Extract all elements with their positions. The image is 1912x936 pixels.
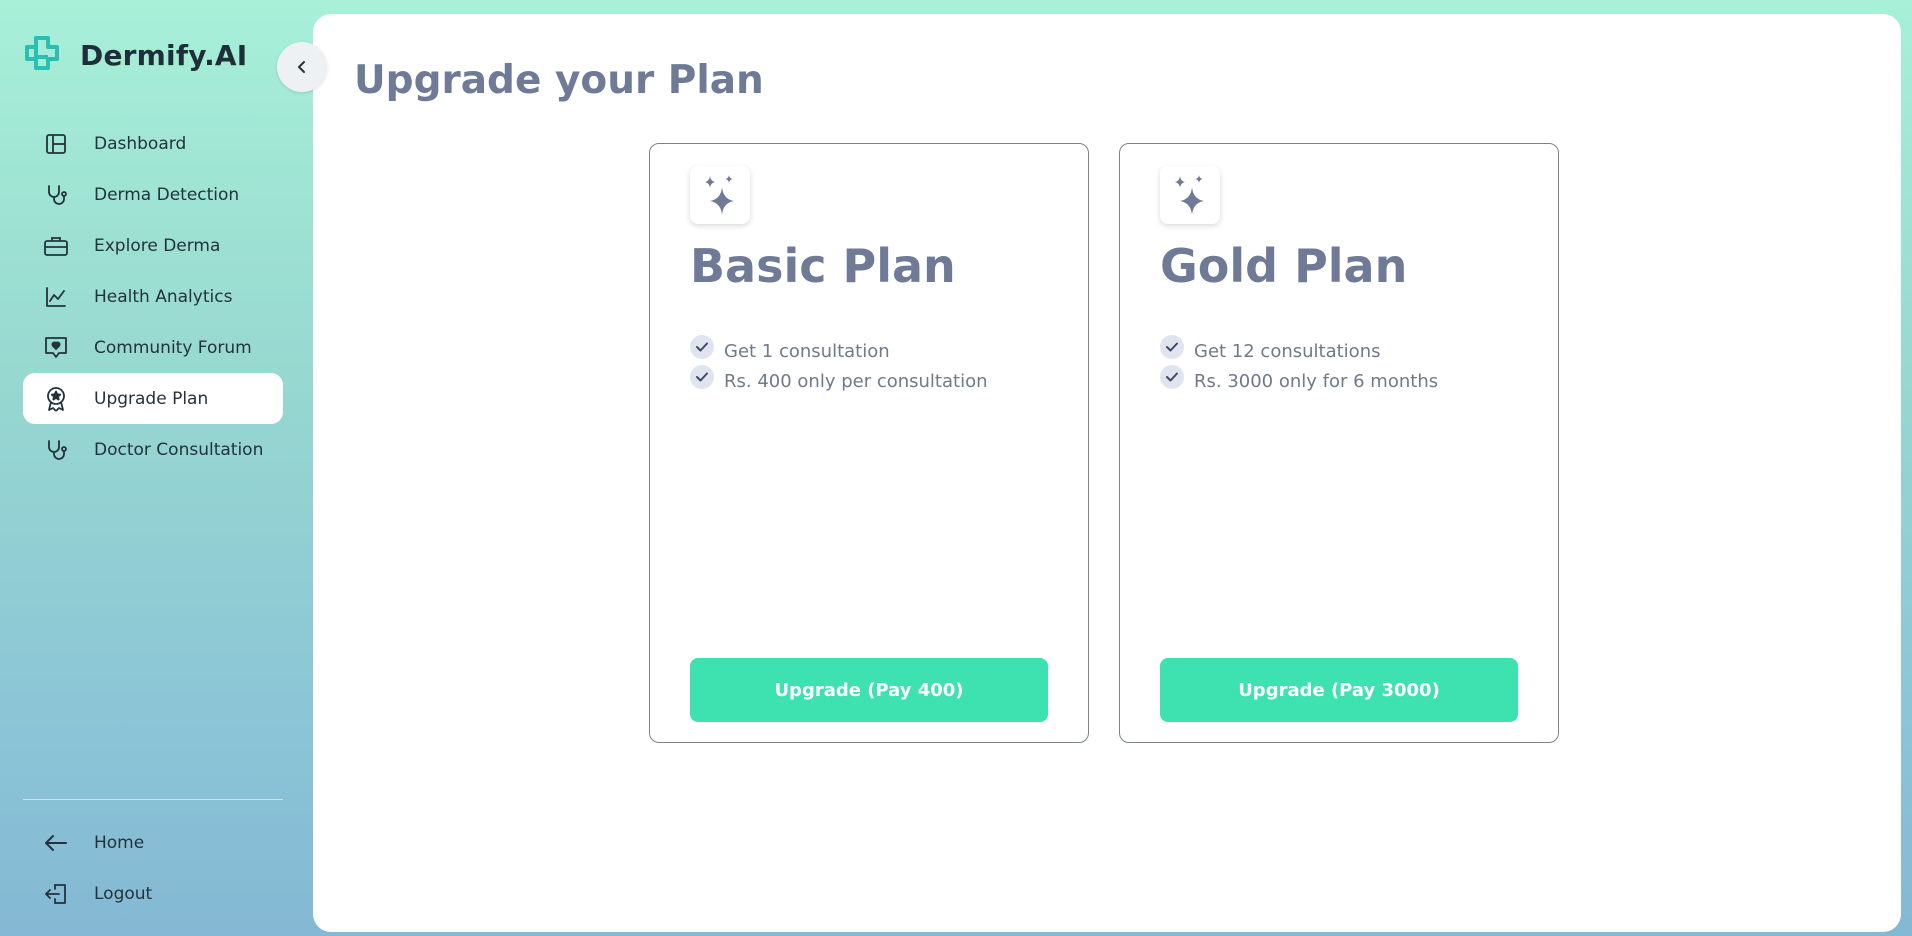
upgrade-gold-button[interactable]: Upgrade (Pay 3000) xyxy=(1160,658,1518,722)
sidebar-item-label: Doctor Consultation xyxy=(94,439,264,460)
plan-features: Get 12 consultations Rs. 3000 only for 6… xyxy=(1160,335,1439,396)
sidebar-item-health-analytics[interactable]: Health Analytics xyxy=(23,271,283,322)
plan-card-gold: Gold Plan Get 12 consultations Rs. 3000 … xyxy=(1119,143,1559,743)
chevron-left-icon xyxy=(298,61,305,73)
check-icon xyxy=(1160,365,1184,389)
sidebar-bottom-nav: Home Logout xyxy=(23,817,283,919)
brand[interactable]: Dermify.AI xyxy=(22,33,247,77)
sidebar-item-label: Dashboard xyxy=(94,133,187,154)
layout-icon xyxy=(42,130,70,158)
feature-text: Get 1 consultation xyxy=(724,340,890,362)
stethoscope-icon xyxy=(42,436,70,464)
page-title: Upgrade your Plan xyxy=(354,58,764,103)
sidebar-item-logout[interactable]: Logout xyxy=(23,868,283,919)
sidebar-item-community-forum[interactable]: Community Forum xyxy=(23,322,283,373)
check-icon xyxy=(1160,335,1184,359)
sidebar-item-label: Home xyxy=(94,832,145,853)
message-heart-icon xyxy=(42,334,70,362)
main-content: Upgrade your Plan Basic Plan Get 1 consu… xyxy=(313,14,1901,932)
collapse-sidebar-button[interactable] xyxy=(277,42,327,92)
sidebar-item-upgrade-plan[interactable]: Upgrade Plan xyxy=(23,373,283,424)
sidebar-item-derma-detection[interactable]: Derma Detection xyxy=(23,169,283,220)
sidebar-divider xyxy=(23,799,283,800)
sidebar-item-label: Derma Detection xyxy=(94,184,240,205)
line-chart-icon xyxy=(42,283,70,311)
sparkles-icon xyxy=(690,166,750,224)
sidebar-item-label: Logout xyxy=(94,883,153,904)
plan-title: Gold Plan xyxy=(1160,239,1408,293)
plan-features: Get 1 consultation Rs. 400 only per cons… xyxy=(690,335,988,396)
sidebar-nav: Dashboard Derma Detection Explore Derma … xyxy=(23,118,283,475)
award-icon xyxy=(42,385,70,413)
plan-title: Basic Plan xyxy=(690,239,956,293)
briefcase-icon xyxy=(42,232,70,260)
arrow-left-icon xyxy=(42,829,70,857)
feature-item: Rs. 400 only per consultation xyxy=(690,365,988,396)
sidebar: Dermify.AI Dashboard Derma Detection Exp… xyxy=(0,0,312,936)
sidebar-item-home[interactable]: Home xyxy=(23,817,283,868)
sidebar-item-label: Explore Derma xyxy=(94,235,221,256)
sparkles-icon xyxy=(1160,166,1220,224)
dermify-logo-icon xyxy=(25,36,59,70)
sidebar-item-explore-derma[interactable]: Explore Derma xyxy=(23,220,283,271)
upgrade-basic-button[interactable]: Upgrade (Pay 400) xyxy=(690,658,1048,722)
sidebar-item-dashboard[interactable]: Dashboard xyxy=(23,118,283,169)
check-icon xyxy=(690,365,714,389)
sidebar-item-label: Health Analytics xyxy=(94,286,233,307)
feature-text: Rs. 3000 only for 6 months xyxy=(1194,370,1439,392)
sidebar-item-doctor-consultation[interactable]: Doctor Consultation xyxy=(23,424,283,475)
feature-text: Rs. 400 only per consultation xyxy=(724,370,988,392)
brand-name: Dermify.AI xyxy=(80,38,248,72)
plan-card-basic: Basic Plan Get 1 consultation Rs. 400 on… xyxy=(649,143,1089,743)
check-icon xyxy=(690,335,714,359)
stethoscope-icon xyxy=(42,181,70,209)
feature-item: Get 1 consultation xyxy=(690,335,988,366)
sidebar-item-label: Upgrade Plan xyxy=(94,388,209,409)
sidebar-item-label: Community Forum xyxy=(94,337,252,358)
feature-item: Rs. 3000 only for 6 months xyxy=(1160,365,1439,396)
feature-text: Get 12 consultations xyxy=(1194,340,1381,362)
logout-icon xyxy=(42,880,70,908)
feature-item: Get 12 consultations xyxy=(1160,335,1438,366)
